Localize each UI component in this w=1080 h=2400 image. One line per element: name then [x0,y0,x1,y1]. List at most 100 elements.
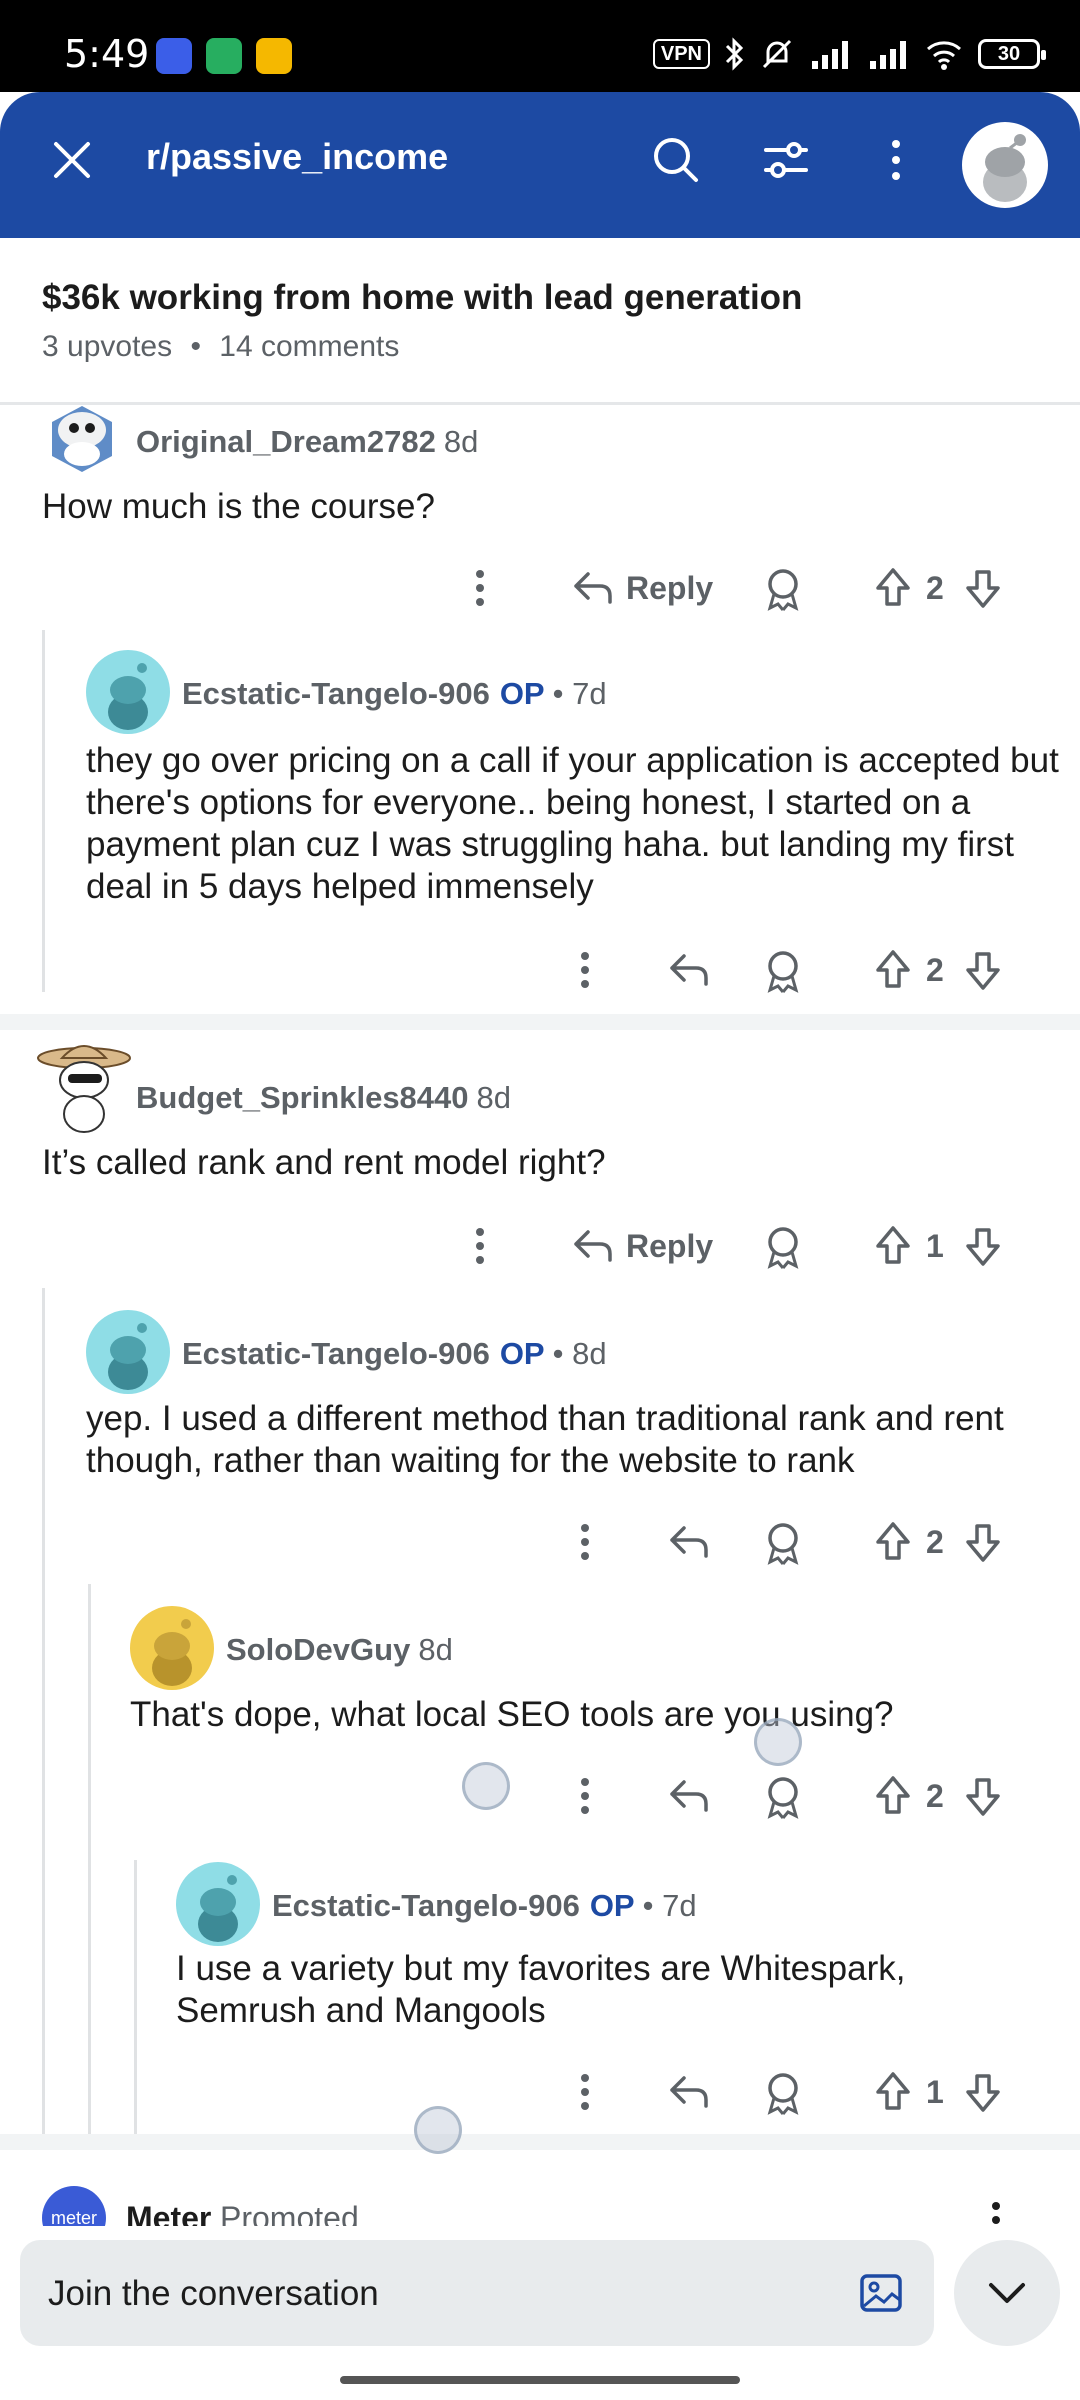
more-vert-icon[interactable] [866,130,926,190]
join-conversation-placeholder: Join the conversation [48,2274,379,2313]
upvote-icon[interactable] [870,1216,916,1276]
status-time: 5:49 [64,32,150,76]
award-icon[interactable] [760,558,806,618]
touch-indicator [754,1718,802,1766]
bluetooth-icon [725,37,744,71]
comment-actions: Reply 2 [460,558,1020,618]
thread-line[interactable] [134,1860,137,2134]
comment-author[interactable]: Ecstatic-Tangelo-906 OP • 7d [182,676,607,712]
award-icon[interactable] [760,1216,806,1276]
downvote-icon[interactable] [960,1216,1006,1276]
more-vert-icon[interactable] [560,1766,610,1826]
reply-icon[interactable] [666,1766,712,1826]
thread-line[interactable] [42,630,45,992]
post-title[interactable]: $36k working from home with lead generat… [42,278,802,318]
comment-actions: 2 [560,940,1020,1000]
reply-button[interactable]: Reply [570,558,713,618]
comment-author[interactable]: SoloDevGuy 8d [226,1632,453,1668]
touch-indicator [462,1762,510,1810]
touch-indicator [414,2106,462,2154]
upvote-icon[interactable] [870,2062,916,2122]
post-meta: 3 upvotes • 14 comments [42,330,400,363]
reply-icon [574,572,612,604]
upvote-icon[interactable] [870,558,916,618]
chevron-down-icon [989,2283,1025,2303]
filter-icon[interactable] [756,130,816,190]
award-icon[interactable] [760,940,806,1000]
user-avatar[interactable] [86,1310,170,1394]
subreddit-name[interactable]: r/passive_income [146,136,448,178]
reply-button[interactable]: Reply [570,1216,713,1276]
thread-line[interactable] [88,1584,91,2134]
mail-notification-icon [256,38,292,74]
battery-icon: 30 [978,39,1046,69]
more-vert-icon[interactable] [560,1512,610,1572]
user-avatar[interactable] [42,396,122,476]
search-icon[interactable] [646,130,706,190]
join-conversation-input[interactable]: Join the conversation [20,2240,934,2346]
more-vert-icon[interactable] [560,2062,610,2122]
user-avatar[interactable] [86,650,170,734]
signal-icon [870,41,906,69]
upvote-count: 3 upvotes [42,330,173,363]
app-header: r/passive_income [0,92,1080,238]
silent-bell-icon [762,39,792,69]
upvote-icon[interactable] [870,1512,916,1572]
notification-app-icon [156,38,192,74]
upvote-icon[interactable] [870,940,916,1000]
status-icons: VPN 30 [652,34,1046,74]
user-avatar[interactable] [176,1862,260,1946]
comment-author[interactable]: Ecstatic-Tangelo-906 OP • 7d [272,1888,697,1924]
close-icon[interactable] [42,130,102,190]
downvote-icon[interactable] [960,558,1006,618]
thread-line[interactable] [42,1288,45,2134]
vote-count: 2 [926,1777,944,1814]
more-vert-icon[interactable] [976,2196,1016,2226]
vote-count: 2 [926,1523,944,1560]
signal-icon [812,41,848,69]
downvote-icon[interactable] [960,2062,1006,2122]
vpn-icon: VPN [652,39,710,69]
vote-count: 2 [926,951,944,988]
add-image-icon[interactable] [858,2270,904,2316]
reply-icon[interactable] [666,2062,712,2122]
snoo-icon [983,134,1027,202]
more-vert-icon[interactable] [460,558,500,618]
user-avatar[interactable] [130,1606,214,1690]
comment-actions: Reply 1 [460,1216,1020,1276]
vote-count: 2 [926,569,944,606]
reply-icon[interactable] [666,940,712,1000]
collapse-button[interactable] [954,2240,1060,2346]
award-icon[interactable] [760,1766,806,1826]
downvote-icon[interactable] [960,1766,1006,1826]
upvote-icon[interactable] [870,1766,916,1826]
status-bar: 5:49 VPN 30 [0,0,1080,92]
comment-text: they go over pricing on a call if your a… [86,741,1059,906]
vote-count: 1 [926,1227,944,1264]
comment-text: I use a variety but my favorites are Whi… [176,1949,906,2030]
wifi-icon [927,41,961,70]
notification-app-icon [206,38,242,74]
comment-actions: 2 [560,1512,1020,1572]
downvote-icon[interactable] [960,1512,1006,1572]
comment-author[interactable]: Ecstatic-Tangelo-906 OP • 8d [182,1336,607,1372]
more-vert-icon[interactable] [460,1216,500,1276]
home-indicator[interactable] [340,2376,740,2384]
user-avatar[interactable] [32,1036,132,1136]
composer-bar: Join the conversation [0,2226,1080,2400]
comment-author[interactable]: Budget_Sprinkles8440 8d [136,1080,511,1116]
comment-separator [0,2134,1080,2150]
comment-separator [0,1014,1080,1030]
more-vert-icon[interactable] [560,940,610,1000]
divider [0,402,1080,405]
user-avatar[interactable] [962,122,1048,208]
downvote-icon[interactable] [960,940,1006,1000]
award-icon[interactable] [760,1512,806,1572]
award-icon[interactable] [760,2062,806,2122]
reply-icon[interactable] [666,1512,712,1572]
comment-author[interactable]: Original_Dream2782 8d [136,424,478,460]
comment-text: yep. I used a different method than trad… [86,1399,1004,1480]
comment-text: It’s called rank and rent model right? [42,1143,606,1182]
comment-text: How much is the course? [42,487,435,526]
comment-actions: 2 [560,1766,1020,1826]
